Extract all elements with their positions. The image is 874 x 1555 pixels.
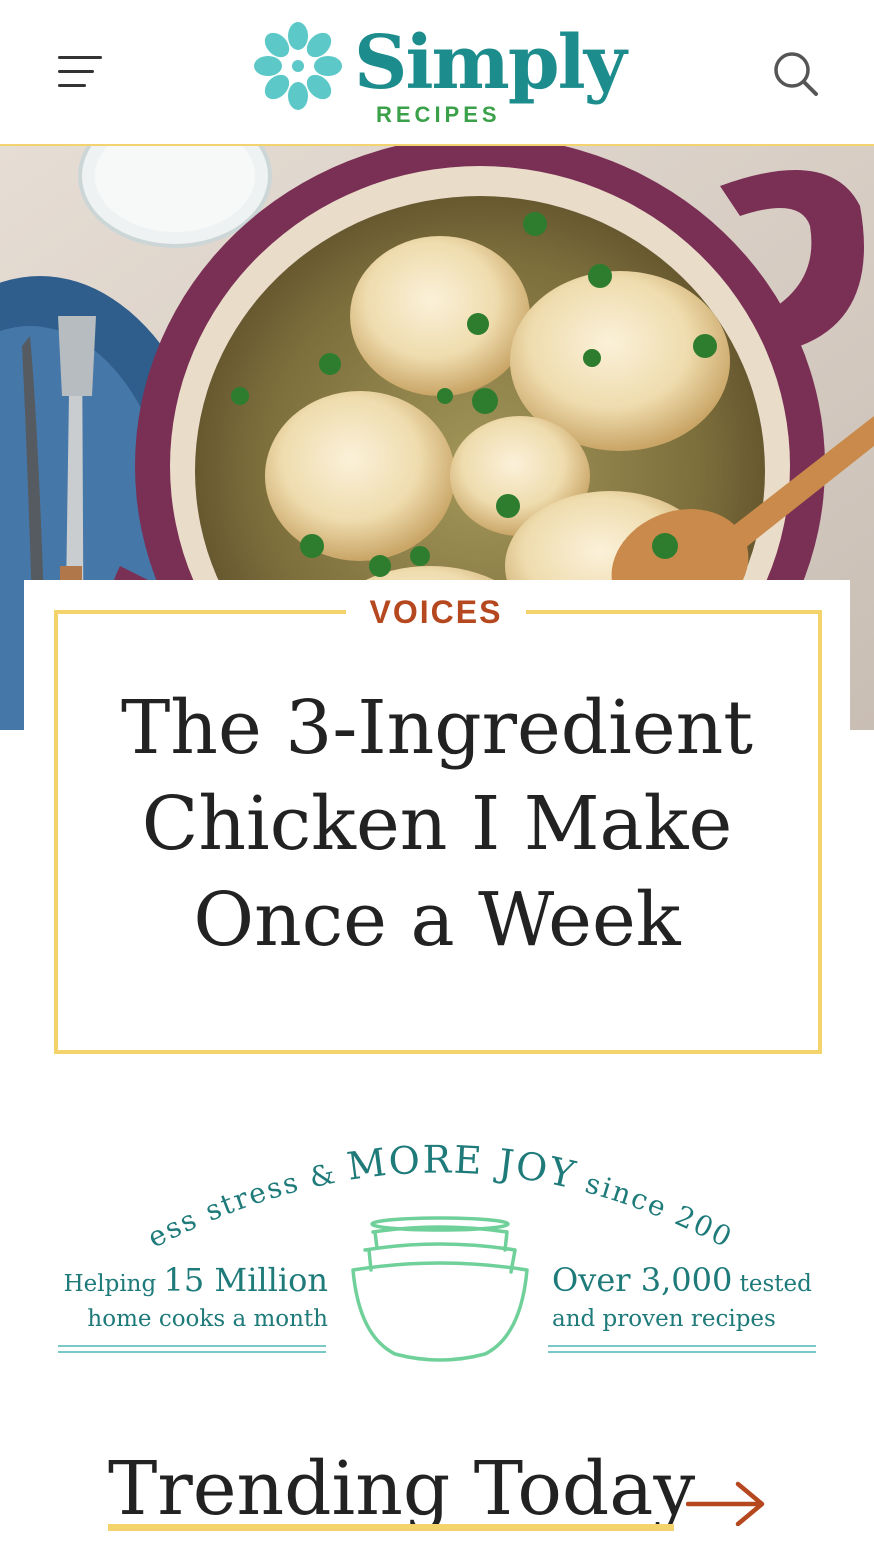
divider [58,1345,326,1353]
logo-wordmark: Simply [354,20,627,106]
stat-suffix: tested [732,1271,812,1297]
trending-underline [108,1524,674,1531]
tagline-part1: Less stress & [130,1140,350,1250]
brand-stats: Less stress & MORE JOY since 2003 Helpin… [0,1140,874,1380]
category-tag[interactable]: VOICES [346,590,526,634]
site-header: Simply RECIPES [0,0,874,146]
feature-card[interactable]: VOICES The 3-Ingredient Chicken I Make O… [24,580,850,1080]
headline-line: Chicken I Make [141,781,733,867]
logo-subtitle: RECIPES [376,102,501,127]
arrow-right-icon[interactable] [686,1480,766,1526]
nested-bowls-icon [351,1216,529,1362]
hamburger-menu-icon [58,56,102,59]
stat-number: Over 3,000 [552,1261,733,1299]
tagline-part2: MORE JOY [344,1140,580,1198]
search-button[interactable] [768,46,822,100]
stat-caption: and proven recipes [552,1306,776,1332]
search-icon [774,52,818,96]
stat-caption: home cooks a month [87,1306,328,1332]
menu-button[interactable] [52,48,110,96]
hamburger-line [58,84,86,87]
stat-recipes: Over 3,000 tested and proven recipes [552,1260,822,1334]
trending-title[interactable]: Trending Today [108,1444,695,1534]
stat-home-cooks: Helping 15 Million home cooks a month [58,1260,328,1334]
site-logo[interactable]: Simply RECIPES [250,16,630,132]
feature-headline[interactable]: The 3-Ingredient Chicken I Make Once a W… [74,680,800,968]
headline-line: Once a Week [193,877,681,963]
stat-prefix: Helping [63,1271,164,1297]
stat-home-cooks-line1: Helping 15 Million [58,1260,328,1304]
hamburger-line [58,70,94,73]
divider [548,1345,816,1353]
flower-logo-icon [254,22,342,110]
stat-recipes-line1: Over 3,000 tested [552,1260,822,1304]
headline-line: The 3-Ingredient [120,685,754,771]
stat-number: 15 Million [163,1261,328,1299]
